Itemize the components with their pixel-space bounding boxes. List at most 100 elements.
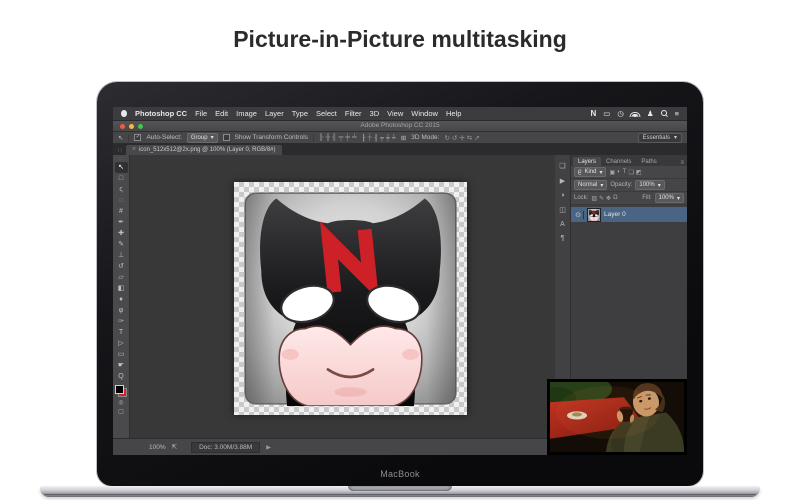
eyedropper-tool[interactable]: ✒ <box>115 217 128 228</box>
current-tool-icon[interactable]: ↖ <box>118 134 123 142</box>
picture-in-picture-window[interactable] <box>547 379 687 455</box>
align-top-edges-icon[interactable]: ╤ <box>339 134 344 141</box>
layer-visibility-eye-icon[interactable]: ⊙ <box>573 211 584 219</box>
3d-drag-icon[interactable]: ✛ <box>459 134 464 142</box>
lock-transparency-icon[interactable]: ▨ <box>591 195 597 202</box>
3d-scale-icon[interactable]: ↗ <box>474 134 479 142</box>
zoom-tool[interactable]: Q <box>115 371 128 382</box>
marquee-tool[interactable]: □ <box>115 173 128 184</box>
brush-tool[interactable]: ✎ <box>115 239 128 250</box>
opacity-dropdown[interactable]: 100% ▾ <box>635 180 664 190</box>
align-right-edges-icon[interactable]: ╢ <box>332 134 337 141</box>
document-tab[interactable]: × icon_512x512@2x.png @ 100% (Layer 0, R… <box>126 145 282 155</box>
menu-item[interactable]: View <box>387 109 403 118</box>
filter-adjustment-layers-icon[interactable]: ◐ <box>617 169 621 176</box>
menu-item[interactable]: Filter <box>345 109 362 118</box>
align-horizontal-centers-icon[interactable]: ╫ <box>326 134 331 141</box>
align-left-edges-icon[interactable]: ╟ <box>319 134 324 141</box>
zoom-window-button[interactable] <box>138 124 143 129</box>
3d-orbit-icon[interactable]: ↻ <box>444 134 449 142</box>
filter-kind-dropdown[interactable]: ϱ Kind ▾ <box>574 167 606 177</box>
tab-layers[interactable]: Layers <box>573 157 601 166</box>
quick-mask-icon[interactable]: ◎ <box>118 399 123 406</box>
distribute-centers-icon[interactable]: ┼ <box>368 134 373 142</box>
move-tool[interactable]: ↖ <box>115 162 128 173</box>
quick-selection-tool[interactable]: ◌ <box>115 195 128 206</box>
menu-item[interactable]: 3D <box>370 109 380 118</box>
document-canvas[interactable] <box>234 182 467 415</box>
menu-item[interactable]: Layer <box>265 109 284 118</box>
minimize-window-button[interactable] <box>129 124 134 129</box>
layer-row[interactable]: ⊙ Layer 0 <box>571 207 687 222</box>
menu-item[interactable]: Edit <box>215 109 228 118</box>
eraser-tool[interactable]: ▱ <box>115 272 128 283</box>
close-window-button[interactable] <box>120 124 125 129</box>
menu-item[interactable]: Type <box>292 109 308 118</box>
blur-tool[interactable]: ♦ <box>115 294 128 305</box>
app-n-status-icon[interactable]: N <box>590 109 596 118</box>
menu-item[interactable]: File <box>195 109 207 118</box>
wifi-icon[interactable] <box>631 110 640 117</box>
distribute-middle-icon[interactable]: ┿ <box>386 134 390 142</box>
lasso-tool[interactable]: ς <box>115 184 128 195</box>
workspace-dropdown[interactable]: Essentials ▾ <box>638 133 682 143</box>
panel-actions-icon[interactable]: ▶ <box>560 177 565 185</box>
layer-thumbnail[interactable] <box>587 208 601 222</box>
filter-shape-layers-icon[interactable]: ❏ <box>628 169 633 176</box>
hand-tool[interactable]: ☛ <box>115 360 128 371</box>
tab-channels[interactable]: Channels <box>601 157 636 166</box>
auto-select-target-dropdown[interactable]: Group ▾ <box>187 133 218 143</box>
tab-paths[interactable]: Paths <box>636 157 661 166</box>
menu-item[interactable]: Image <box>236 109 257 118</box>
type-tool[interactable]: T <box>115 327 128 338</box>
zoom-level[interactable]: 100% <box>149 444 166 451</box>
gradient-tool[interactable]: ◧ <box>115 283 128 294</box>
3d-roll-icon[interactable]: ↺ <box>452 134 457 142</box>
panel-adjustments-icon[interactable]: ◑ <box>560 192 564 199</box>
fill-dropdown[interactable]: 100% ▾ <box>655 193 684 203</box>
foreground-color-swatch[interactable] <box>115 385 124 394</box>
display-mirroring-icon[interactable]: ▭ <box>603 109 610 118</box>
menu-item[interactable]: Help <box>446 109 461 118</box>
filter-type-layers-icon[interactable]: T <box>623 169 627 176</box>
filter-smart-objects-icon[interactable]: ◩ <box>636 169 642 176</box>
screen-mode-icon[interactable]: ▢ <box>118 408 124 415</box>
crop-tool[interactable]: # <box>115 206 128 217</box>
panel-character-icon[interactable]: A <box>560 221 565 228</box>
distribute-bottom-icon[interactable]: ┷ <box>392 134 396 142</box>
filter-pixel-layers-icon[interactable]: ▣ <box>609 169 615 176</box>
shape-tool[interactable]: ▭ <box>115 349 128 360</box>
panel-paragraph-icon[interactable]: ¶ <box>561 235 565 242</box>
apple-menu-icon[interactable] <box>121 110 127 117</box>
show-transform-checkbox[interactable] <box>223 134 230 141</box>
distribute-left-icon[interactable]: ┠ <box>362 134 366 142</box>
healing-brush-tool[interactable]: ✚ <box>115 228 128 239</box>
pen-tool[interactable]: ✑ <box>115 316 128 327</box>
panel-swatches-icon[interactable]: ❏ <box>559 162 565 170</box>
canvas-area[interactable] <box>131 155 555 438</box>
panel-libraries-icon[interactable]: ◫ <box>559 206 566 214</box>
blend-mode-dropdown[interactable]: Normal ▾ <box>574 180 607 190</box>
user-icon[interactable]: ♟ <box>647 109 654 118</box>
lock-pixels-icon[interactable]: ✎ <box>599 195 604 202</box>
clone-stamp-tool[interactable]: ⊥ <box>115 250 128 261</box>
menu-item[interactable]: Select <box>316 109 337 118</box>
auto-align-icon[interactable]: ⊞ <box>401 134 406 142</box>
history-brush-tool[interactable]: ↺ <box>115 261 128 272</box>
path-selection-tool[interactable]: ▷ <box>115 338 128 349</box>
lock-position-icon[interactable]: ✥ <box>606 195 611 202</box>
lock-all-icon[interactable]: Ω <box>613 195 618 202</box>
status-options-arrow-icon[interactable]: ▶ <box>266 444 271 451</box>
notification-center-icon[interactable]: ≡ <box>675 109 679 118</box>
align-bottom-edges-icon[interactable]: ╧ <box>352 134 357 141</box>
dodge-tool[interactable]: φ <box>115 305 128 316</box>
menu-item[interactable]: Window <box>411 109 438 118</box>
clock-icon[interactable]: ◷ <box>617 109 624 118</box>
close-tab-icon[interactable]: × <box>132 147 136 153</box>
export-icon[interactable]: ⇱ <box>172 443 177 451</box>
menu-app-name[interactable]: Photoshop CC <box>135 109 187 118</box>
distribute-top-icon[interactable]: ┯ <box>380 134 384 142</box>
distribute-right-icon[interactable]: ┨ <box>374 134 378 142</box>
3d-slide-icon[interactable]: ⇆ <box>467 134 472 142</box>
spotlight-search-icon[interactable] <box>661 110 668 117</box>
